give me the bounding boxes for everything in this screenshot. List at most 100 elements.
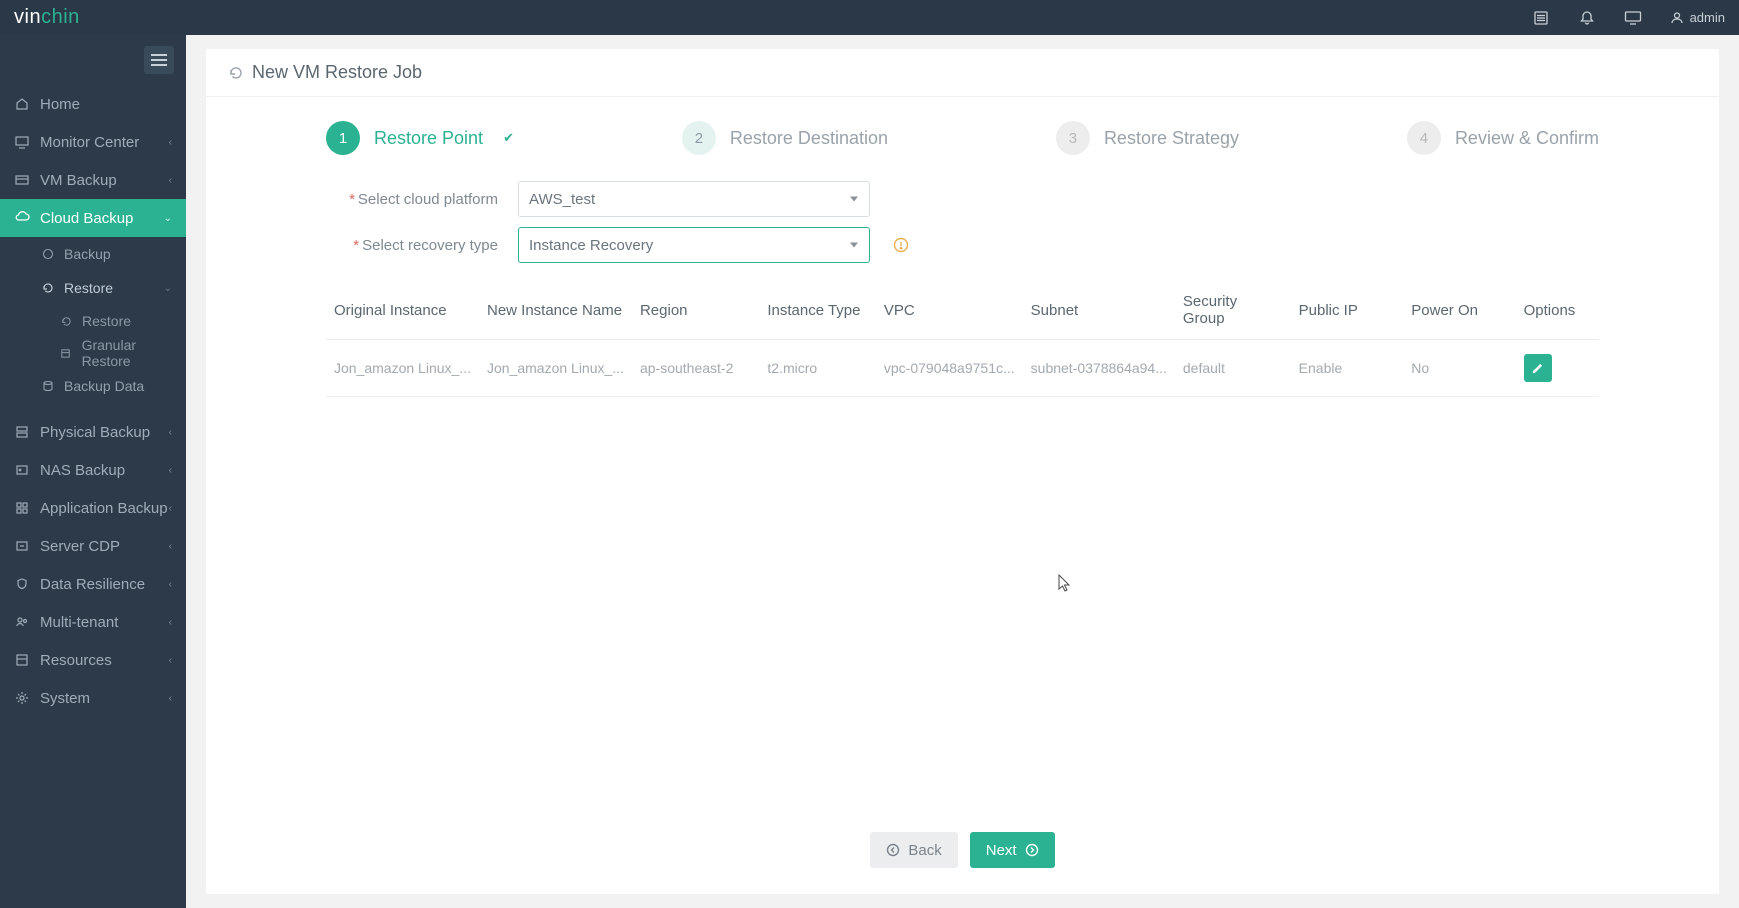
sidebar-item-resilience[interactable]: Data Resilience ‹	[0, 565, 186, 603]
sidebar-sub-backupdata[interactable]: Backup Data	[0, 369, 186, 403]
cell-vpc: vpc-079048a9751c...	[876, 340, 1023, 397]
topbar: vinchin admin	[0, 0, 1739, 35]
list-icon[interactable]	[1532, 9, 1550, 27]
sidebar-label: Resources	[40, 652, 112, 669]
step-4-label: Review & Confirm	[1455, 128, 1599, 149]
sidebar-item-home[interactable]: Home	[0, 85, 186, 123]
user-label: admin	[1690, 10, 1725, 25]
step-2[interactable]: 2 Restore Destination	[682, 121, 888, 155]
platform-label: *Select cloud platform	[326, 191, 518, 208]
th-vpc: VPC	[876, 281, 1023, 340]
chevron-left-icon: ‹	[169, 693, 172, 704]
th-original: Original Instance	[326, 281, 479, 340]
step-2-circle: 2	[682, 121, 716, 155]
cell-newname: Jon_amazon Linux_...	[479, 340, 632, 397]
sidebar-label: Multi-tenant	[40, 614, 118, 631]
panel: New VM Restore Job 1 Restore Point ✔ 2 R…	[206, 49, 1719, 894]
refresh-icon[interactable]	[228, 65, 244, 81]
next-label: Next	[986, 842, 1017, 859]
cell-region: ap-southeast-2	[632, 340, 759, 397]
sidebar-item-resources[interactable]: Resources ‹	[0, 641, 186, 679]
next-button[interactable]: Next	[970, 832, 1055, 868]
sidebar-item-system[interactable]: System ‹	[0, 679, 186, 717]
sidebar-sub-label: Restore	[64, 280, 113, 296]
step-1-circle: 1	[326, 121, 360, 155]
footer: Back Next	[206, 810, 1719, 894]
chevron-down-icon: ⌄	[164, 283, 172, 294]
granular-icon	[58, 348, 74, 359]
sidebar-item-nas[interactable]: NAS Backup ‹	[0, 451, 186, 489]
sidebar-label: Physical Backup	[40, 424, 150, 441]
sidebar-sub-label: Backup Data	[64, 378, 144, 394]
sidebar-item-physical[interactable]: Physical Backup ‹	[0, 413, 186, 451]
edit-row-button[interactable]	[1524, 354, 1552, 382]
users-icon	[14, 615, 30, 629]
cell-sg: default	[1175, 340, 1291, 397]
step-1[interactable]: 1 Restore Point ✔	[326, 121, 514, 155]
cell-subnet: subnet-0378864a94...	[1023, 340, 1175, 397]
stepper: 1 Restore Point ✔ 2 Restore Destination …	[206, 97, 1719, 167]
table-wrap: Original Instance New Instance Name Regi…	[206, 273, 1719, 397]
sidebar-label: Cloud Backup	[40, 210, 133, 227]
logo-pre: vin	[14, 6, 41, 28]
cdp-icon	[14, 539, 30, 553]
sidebar-item-monitor[interactable]: Monitor Center ‹	[0, 123, 186, 161]
sidebar-item-cdp[interactable]: Server CDP ‹	[0, 527, 186, 565]
step-4[interactable]: 4 Review & Confirm	[1407, 121, 1599, 155]
table-header-row: Original Instance New Instance Name Regi…	[326, 281, 1599, 340]
monitor-icon[interactable]	[1624, 9, 1642, 27]
help-icon[interactable]	[892, 236, 910, 254]
sidebar-sub2-granular[interactable]: Granular Restore	[0, 337, 186, 369]
sidebar-label: Data Resilience	[40, 576, 145, 593]
monitor-center-icon	[14, 135, 30, 149]
sidebar-toggle[interactable]	[144, 46, 174, 74]
sidebar-label: VM Backup	[40, 172, 117, 189]
check-icon: ✔	[503, 130, 514, 146]
cell-poweron: No	[1403, 340, 1515, 397]
th-options: Options	[1516, 281, 1599, 340]
sidebar-item-app[interactable]: Application Backup ‹	[0, 489, 186, 527]
shield-icon	[14, 577, 30, 591]
sidebar-item-multitenant[interactable]: Multi-tenant ‹	[0, 603, 186, 641]
table-row: Jon_amazon Linux_... Jon_amazon Linux_..…	[326, 340, 1599, 397]
platform-select[interactable]: AWS_test	[518, 181, 870, 217]
step-2-label: Restore Destination	[730, 128, 888, 149]
instance-table: Original Instance New Instance Name Regi…	[326, 281, 1599, 397]
content: New VM Restore Job 1 Restore Point ✔ 2 R…	[186, 35, 1739, 908]
recovery-row: *Select recovery type Instance Recovery	[326, 223, 1599, 267]
sidebar-label: NAS Backup	[40, 462, 125, 479]
step-4-circle: 4	[1407, 121, 1441, 155]
logo-post: chin	[41, 6, 80, 28]
sidebar-sub2-label: Restore	[82, 313, 131, 329]
chevron-left-icon: ‹	[169, 541, 172, 552]
gear-icon	[14, 691, 30, 705]
recovery-label: *Select recovery type	[326, 237, 518, 254]
recovery-select[interactable]: Instance Recovery	[518, 227, 870, 263]
back-button[interactable]: Back	[870, 832, 957, 868]
cell-options	[1516, 340, 1599, 397]
chevron-left-icon: ‹	[169, 617, 172, 628]
panel-header: New VM Restore Job	[206, 49, 1719, 97]
sidebar-sub2-restore[interactable]: Restore	[0, 305, 186, 337]
th-publicip: Public IP	[1291, 281, 1404, 340]
sidebar-sub-restore[interactable]: Restore ⌄	[0, 271, 186, 305]
user-menu[interactable]: admin	[1670, 10, 1725, 25]
chevron-left-icon: ‹	[169, 579, 172, 590]
restore-icon	[40, 282, 56, 294]
sidebar-item-vmbackup[interactable]: VM Backup ‹	[0, 161, 186, 199]
sidebar-sub-label: Backup	[64, 246, 111, 262]
bell-icon[interactable]	[1578, 9, 1596, 27]
sidebar-label: Monitor Center	[40, 134, 139, 151]
sidebar: Home Monitor Center ‹ VM Backup ‹ Cloud …	[0, 35, 186, 908]
chevron-left-icon: ‹	[169, 465, 172, 476]
resource-icon	[14, 653, 30, 667]
sidebar-item-cloudbackup[interactable]: Cloud Backup ⌄	[0, 199, 186, 237]
step-3[interactable]: 3 Restore Strategy	[1056, 121, 1239, 155]
step-3-label: Restore Strategy	[1104, 128, 1239, 149]
sidebar-sub-backup[interactable]: Backup	[0, 237, 186, 271]
chevron-left-icon: ‹	[169, 137, 172, 148]
nas-icon	[14, 463, 30, 477]
platform-row: *Select cloud platform AWS_test	[326, 177, 1599, 221]
sidebar-label: Server CDP	[40, 538, 120, 555]
sidebar-label: Application Backup	[40, 500, 168, 517]
